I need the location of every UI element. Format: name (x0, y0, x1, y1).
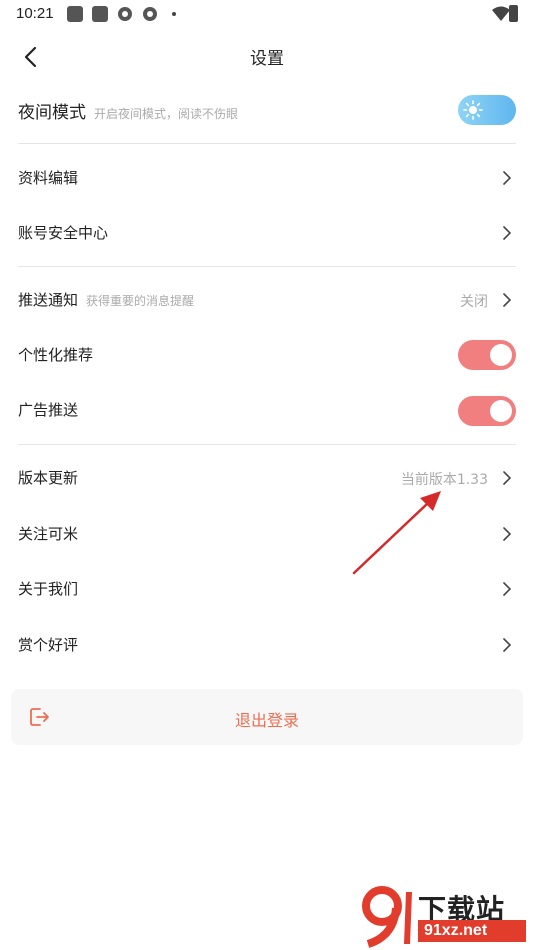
follow-label: 关注可米 (18, 525, 79, 543)
version-update-label: 版本更新 (18, 469, 79, 487)
push-notification-sub: 获得重要的消息提醒 (86, 294, 195, 308)
account-security-label: 账号安全中心 (18, 224, 109, 242)
push-notification-row[interactable]: 推送通知 获得重要的消息提醒 关闭 (0, 272, 534, 328)
logout-button[interactable]: 退出登录 (11, 689, 523, 745)
divider (18, 143, 516, 144)
chevron-right-icon (503, 171, 512, 185)
personalized-label: 个性化推荐 (18, 346, 94, 364)
night-mode-label: 夜间模式 (18, 103, 86, 123)
chevron-right-icon (503, 527, 512, 541)
follow-row[interactable]: 关注可米 (0, 506, 534, 562)
chevron-right-icon (503, 293, 512, 307)
personalized-toggle[interactable] (458, 340, 516, 370)
push-notification-label: 推送通知 (18, 291, 79, 309)
watermark-91-logo-icon (362, 886, 412, 948)
sun-icon (463, 100, 483, 120)
profile-edit-label: 资料编辑 (18, 169, 79, 187)
about-us-label: 关于我们 (18, 580, 79, 598)
more-notifications-dot (172, 12, 176, 16)
status-bar: 10:21 (0, 0, 534, 30)
battery-icon (509, 5, 518, 22)
divider (18, 266, 516, 267)
page-title: 设置 (250, 49, 284, 69)
notification-app-icon (92, 6, 108, 22)
about-us-row[interactable]: 关于我们 (0, 561, 534, 617)
ad-push-label: 广告推送 (18, 401, 79, 419)
logout-label: 退出登录 (234, 711, 299, 730)
personalized-row: 个性化推荐 (0, 327, 534, 383)
current-version-value: 当前版本1.33 (400, 472, 488, 488)
chevron-right-icon (503, 582, 512, 596)
rate-us-row[interactable]: 赏个好评 (0, 617, 534, 673)
ad-push-toggle[interactable] (458, 396, 516, 426)
night-mode-sub: 开启夜间模式，阅读不伤眼 (94, 107, 239, 121)
header: 设置 (0, 30, 534, 82)
chevron-right-icon (503, 471, 512, 485)
divider (18, 444, 516, 445)
watermark-url: 91xz.net (418, 920, 526, 942)
night-mode-toggle[interactable] (458, 95, 516, 125)
account-security-row[interactable]: 账号安全中心 (0, 205, 534, 261)
status-time: 10:21 (16, 5, 54, 22)
night-mode-row: 夜间模式 开启夜间模式，阅读不伤眼 (0, 84, 534, 140)
watermark-logo: 下载站 91xz.net (360, 886, 530, 948)
version-update-row[interactable]: 版本更新 当前版本1.33 (0, 450, 534, 506)
push-notification-value: 关闭 (460, 294, 488, 310)
notification-app-icon (67, 6, 83, 22)
rate-us-label: 赏个好评 (18, 636, 79, 654)
ad-push-row: 广告推送 (0, 382, 534, 438)
notification-aperture-icon (118, 7, 132, 21)
wifi-icon (492, 6, 510, 21)
profile-edit-row[interactable]: 资料编辑 (0, 150, 534, 206)
chevron-right-icon (503, 638, 512, 652)
notification-aperture-icon (143, 7, 157, 21)
chevron-right-icon (503, 226, 512, 240)
